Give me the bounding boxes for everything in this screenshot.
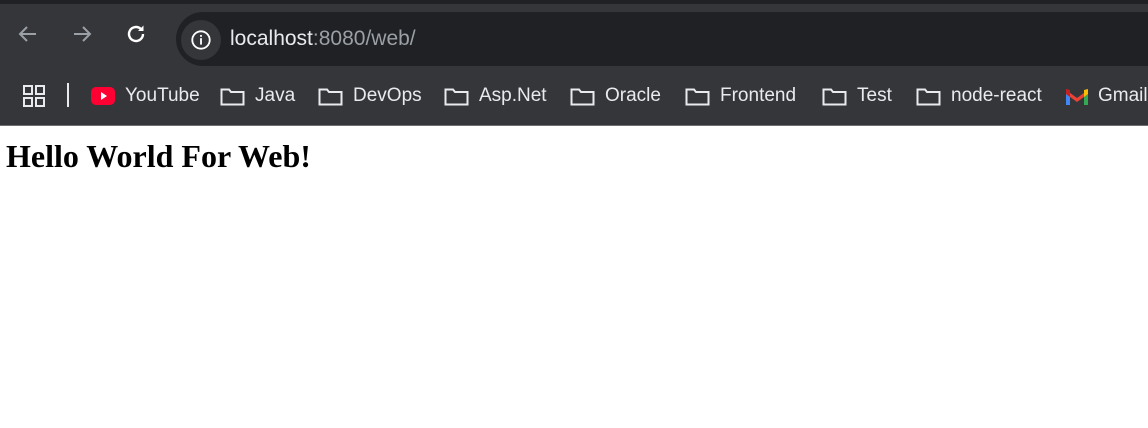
bookmark-label: Asp.Net (479, 85, 547, 106)
bookmark-label: Frontend (720, 85, 797, 106)
folder-icon (685, 88, 710, 106)
bookmark-label: Oracle (605, 85, 661, 106)
site-info-button[interactable] (181, 20, 221, 60)
reload-icon (127, 25, 145, 43)
bookmark-label: DevOps (353, 85, 422, 106)
bookmark-label: Test (857, 85, 892, 106)
url-host: localhost (230, 27, 313, 50)
bookmark-folder-test[interactable]: Test (822, 81, 892, 111)
url-path: :8080/web/ (312, 27, 416, 50)
page-heading: Hello World For Web! (6, 138, 311, 174)
bookmark-folder-java[interactable]: Java (220, 81, 295, 111)
arrow-left-icon (18, 26, 36, 42)
bookmark-folder-frontend[interactable]: Frontend (685, 81, 796, 111)
bookmark-folder-oracle[interactable]: Oracle (570, 81, 661, 111)
folder-icon (822, 88, 847, 106)
reload-button[interactable] (122, 20, 150, 48)
folder-icon (318, 88, 343, 106)
back-button[interactable] (14, 20, 42, 48)
bookmark-folder-devops[interactable]: DevOps (318, 81, 422, 111)
bookmark-folder-aspnet[interactable]: Asp.Net (444, 81, 547, 111)
arrow-right-icon (74, 26, 92, 42)
bookmark-label: Java (255, 85, 296, 106)
folder-icon (220, 88, 245, 106)
folder-icon (570, 88, 595, 106)
folder-icon (916, 88, 941, 106)
forward-button[interactable] (68, 20, 96, 48)
bookmark-label: Gmail (1098, 85, 1148, 106)
folder-icon (444, 88, 469, 106)
youtube-icon (91, 87, 115, 105)
bookmark-label: YouTube (125, 85, 200, 106)
bookmarks-separator (67, 83, 69, 107)
bookmark-folder-node-react[interactable]: node-react (916, 81, 1042, 111)
bookmark-label: node-react (951, 85, 1042, 106)
bookmark-youtube[interactable]: YouTube (91, 81, 200, 111)
bookmark-gmail[interactable]: Gmail (1066, 81, 1148, 111)
info-icon (191, 30, 211, 50)
apps-grid-icon[interactable] (22, 84, 46, 108)
address-bar-url[interactable]: localhost:8080/web/ (230, 25, 416, 53)
gmail-icon (1066, 88, 1088, 105)
